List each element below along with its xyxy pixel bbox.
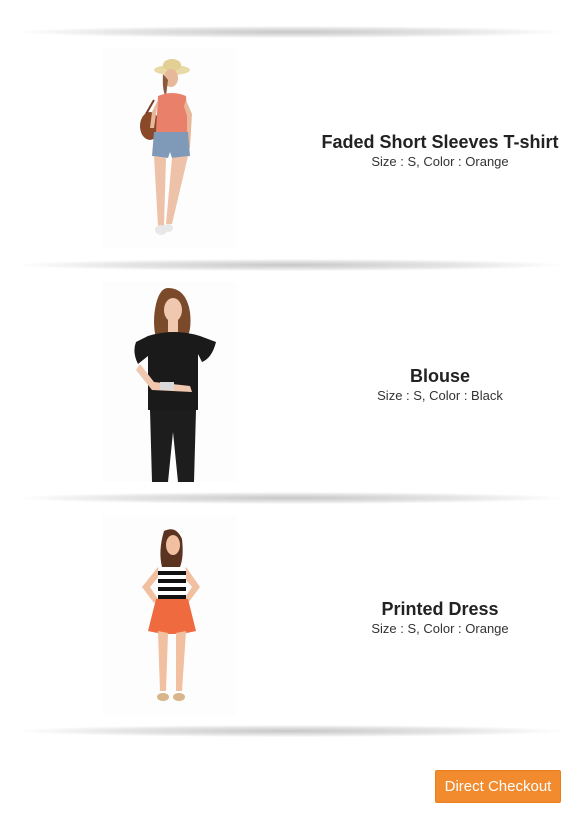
divider xyxy=(20,492,561,504)
product-attributes: Size : S, Color : Black xyxy=(377,388,503,403)
product-attributes: Size : S, Color : Orange xyxy=(371,154,509,169)
model-orange-top-denim-shorts-image xyxy=(140,59,192,235)
product-info-1: Faded Short Sleeves T-shirt Size : S, Co… xyxy=(310,131,570,170)
model-striped-top-orange-skirt-image xyxy=(142,529,200,701)
direct-checkout-button[interactable]: Direct Checkout xyxy=(435,770,561,803)
product-attributes: Size : S, Color : Orange xyxy=(371,621,509,636)
product-name[interactable]: Blouse xyxy=(310,365,570,387)
product-image-faded-short-sleeves-tshirt[interactable] xyxy=(102,48,236,248)
product-info-2: Blouse Size : S, Color : Black xyxy=(310,365,570,404)
divider-bottom xyxy=(20,725,561,737)
product-image-printed-dress[interactable] xyxy=(102,515,236,715)
product-name[interactable]: Faded Short Sleeves T-shirt xyxy=(310,131,570,153)
divider-top xyxy=(20,26,561,38)
product-image-blouse[interactable] xyxy=(102,282,236,482)
product-info-3: Printed Dress Size : S, Color : Orange xyxy=(310,598,570,637)
model-black-blouse-image xyxy=(134,288,216,482)
product-name[interactable]: Printed Dress xyxy=(310,598,570,620)
divider xyxy=(20,259,561,271)
